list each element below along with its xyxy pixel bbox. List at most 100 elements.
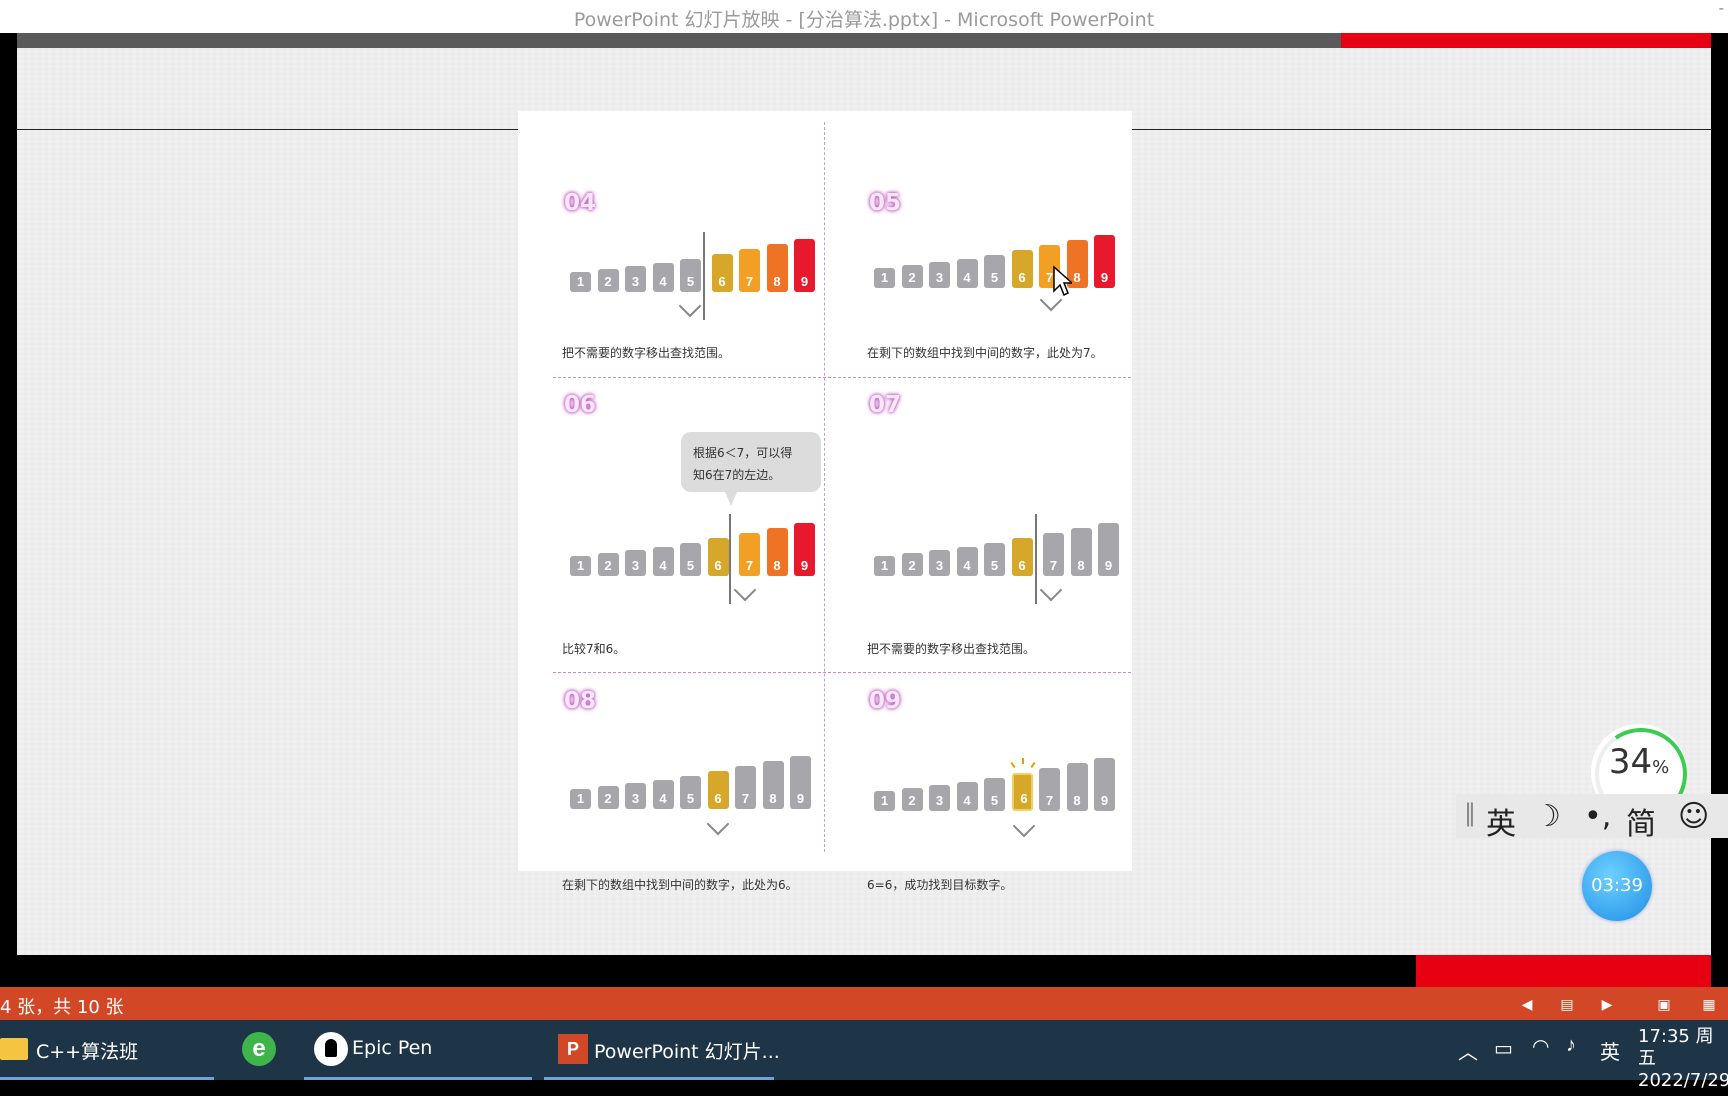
number-bar: 1	[570, 789, 591, 809]
taskbar-item-epicpen[interactable]: Epic Pen	[304, 1020, 532, 1080]
number-bar: 8	[1070, 528, 1092, 576]
number-bar: 4	[652, 263, 674, 292]
step-number: 09	[869, 688, 902, 714]
number-bar: 9	[794, 239, 815, 292]
slide-top-band	[17, 33, 1342, 48]
range-divider	[1035, 514, 1037, 604]
number-bar: 1	[874, 791, 895, 811]
number-bar: 9	[1098, 523, 1119, 576]
number-bar: 4	[956, 782, 978, 811]
timer-widget[interactable]: 03:39	[1582, 851, 1652, 921]
powerpoint-icon: P	[558, 1034, 588, 1064]
reading-view-icon[interactable]: ▣	[1655, 995, 1673, 1013]
bar-label: 1	[576, 791, 585, 806]
number-bar: 5	[984, 778, 1005, 811]
bar-label: 9	[800, 274, 809, 289]
number-bar: 8	[1066, 763, 1088, 811]
step-caption: 把不需要的数字移出查找范围。	[562, 346, 731, 360]
clock[interactable]: 17:35 周五 2022/7/29	[1638, 1026, 1728, 1092]
bar-label: 3	[631, 558, 640, 573]
ime-mode-toggle[interactable]: 英	[1486, 799, 1516, 843]
step-caption: 6=6，成功找到目标数字。	[867, 878, 1013, 892]
number-bar: 7	[1043, 533, 1064, 576]
clock-date: 2022/7/29	[1638, 1070, 1728, 1091]
number-bar: 2	[597, 786, 619, 809]
window-title: PowerPoint 幻灯片放映 - [分治算法.pptx] - Microso…	[573, 9, 1155, 31]
bar-label: 9	[1100, 270, 1109, 285]
battery-icon[interactable]: ▭	[1494, 1036, 1513, 1096]
status-bar: 4 张，共 10 张 ◀ ▤ ▶ ▣ ▦	[0, 987, 1728, 1020]
step-number: 05	[869, 190, 902, 216]
bar-label: 7	[741, 791, 750, 806]
bar-label: 5	[686, 558, 695, 573]
bar-label: 5	[990, 558, 999, 573]
number-bar: 3	[625, 266, 646, 292]
number-bar: 3	[625, 550, 646, 576]
bar-label: 9	[1100, 793, 1109, 808]
bar-label: 2	[604, 274, 612, 289]
number-bar: 1	[874, 556, 895, 576]
emoji-icon[interactable]: ☺	[1678, 799, 1709, 834]
bar-label: 1	[576, 558, 585, 573]
step-number: 08	[564, 688, 597, 714]
window-titlebar: PowerPoint 幻灯片放映 - [分治算法.pptx] - Microso…	[0, 0, 1728, 33]
folder-icon	[0, 1038, 28, 1060]
moon-icon[interactable]: ☽	[1534, 799, 1561, 834]
bar-label: 1	[576, 274, 585, 289]
number-bar: 1	[570, 556, 591, 576]
charset-toggle[interactable]: 简	[1626, 799, 1656, 843]
bar-label: 1	[880, 270, 889, 285]
next-slide-icon[interactable]: ▶	[1598, 995, 1616, 1013]
percent-readout: 34%	[1608, 742, 1670, 782]
bar-label: 7	[745, 558, 754, 573]
number-bar: 6	[1011, 773, 1033, 811]
minimize-button[interactable]: -	[1719, 0, 1724, 18]
slide-sorter-icon[interactable]: ▦	[1700, 995, 1718, 1013]
number-bar: 8	[762, 761, 784, 809]
number-bar: 2	[597, 269, 619, 292]
bar-label: 7	[1045, 793, 1054, 808]
step-caption: 在剩下的数组中找到中间的数字，此处为7。	[867, 346, 1103, 360]
bar-label: 3	[935, 558, 944, 573]
taskbar-item-powerpoint[interactable]: P PowerPoint 幻灯片...	[544, 1020, 780, 1080]
bar-label: 8	[769, 791, 777, 806]
bar-group: 1 2 3 4 5 6 7 8 9	[570, 222, 815, 292]
bar-label: 2	[908, 270, 916, 285]
drag-handle-icon[interactable]: ‖	[1464, 799, 1476, 827]
taskbar-item-label: Epic Pen	[352, 1037, 433, 1059]
bar-label: 8	[1077, 558, 1085, 573]
bar-label: 3	[935, 793, 944, 808]
step-caption: 把不需要的数字移出查找范围。	[867, 642, 1036, 656]
step-number: 07	[869, 392, 902, 418]
input-language[interactable]: 英	[1600, 1036, 1620, 1096]
number-bar: 7	[735, 766, 756, 809]
number-bar: 4	[956, 259, 978, 288]
volume-icon[interactable]: ♪	[1566, 1034, 1576, 1094]
browser-icon[interactable]: e	[242, 1032, 276, 1066]
horizontal-divider	[553, 377, 1131, 378]
bar-label: 3	[631, 274, 640, 289]
horizontal-divider	[553, 672, 1131, 673]
taskbar-item-folder[interactable]: C++算法班	[0, 1020, 214, 1080]
vertical-divider	[824, 122, 825, 852]
bar-label: 8	[773, 274, 781, 289]
step-number: 06	[564, 392, 597, 418]
bar-label: 8	[1073, 793, 1081, 808]
number-bar: 6	[1011, 538, 1033, 576]
step-number: 04	[564, 190, 597, 216]
slide-menu-icon[interactable]: ▤	[1558, 995, 1576, 1013]
bar-label: 3	[631, 791, 640, 806]
ime-toolbar[interactable]: ‖ 英 ☽ •, 简 ☺	[1456, 794, 1728, 842]
bar-label: 2	[908, 558, 916, 573]
number-bar: 1	[874, 268, 895, 288]
slide-top-accent	[1341, 33, 1711, 48]
mouse-cursor-icon	[1053, 265, 1072, 297]
bar-label: 9	[800, 558, 809, 573]
number-bar: 5	[984, 543, 1005, 576]
punctuation-toggle[interactable]: •,	[1584, 799, 1611, 834]
bar-label: 7	[745, 274, 754, 289]
wifi-icon[interactable]: ◠	[1532, 1034, 1549, 1094]
previous-slide-icon[interactable]: ◀	[1518, 995, 1536, 1013]
bar-label: 4	[659, 791, 667, 806]
chevron-up-icon[interactable]: ︿	[1458, 1036, 1478, 1096]
